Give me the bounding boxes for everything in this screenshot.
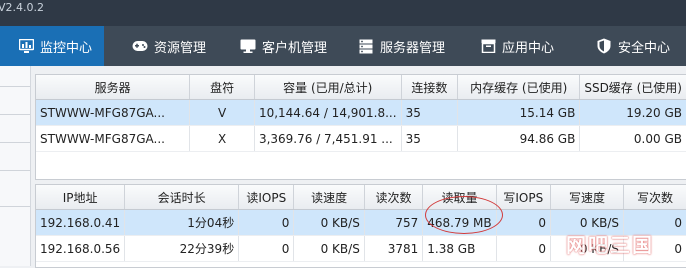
write-iops-cell: 0 [496,235,551,262]
app-version: V2.4.0.2 [0,1,45,14]
package-icon [480,38,496,54]
column-header-session-duration[interactable]: 会话时长 [124,185,240,210]
sidebar-divider [0,170,30,171]
connections-cell: 35 [401,99,459,126]
server-name-cell: STWWW-MFG87GA... [36,125,191,152]
column-header-capacity[interactable]: 容量 (已用/总计) [254,75,402,100]
ssd-cache-cell: 19.20 GB [579,99,686,126]
table-row[interactable]: STWWW-MFG87GA... X 3,369.76 / 7,451.91 .… [36,125,686,152]
drive-letter-cell: V [189,99,255,126]
ip-address-cell: 192.168.0.56 [36,235,126,262]
drive-letter-cell: X [189,125,255,152]
main-nav: 监控中心 资源管理 客户机管理 服务器管理 应用中心 安全中心 [0,26,686,66]
table-header-row: 服务器 盘符 容量 (已用/总计) 连接数 内存缓存 (已使用) SSD缓存 (… [36,75,686,100]
sidebar [0,66,31,266]
read-amount-cell: 1.38 GB [422,235,497,262]
column-header-ip[interactable]: IP地址 [36,185,126,210]
connections-cell: 35 [401,125,459,152]
watermark-logo: 网吧三国 [566,233,654,257]
read-speed-cell: 0 KB/S [293,235,365,262]
sidebar-divider [0,86,30,87]
capacity-cell: 10,144.64 / 14,901.8... [254,99,402,126]
table-row[interactable]: STWWW-MFG87GA... V 10,144.64 / 14,901.8.… [36,99,686,126]
nav-security-center-label: 安全中心 [618,40,671,56]
nav-app-center[interactable]: 应用中心 [480,26,554,66]
nav-security-center[interactable]: 安全中心 [596,26,670,66]
column-header-server[interactable]: 服务器 [36,75,191,100]
capacity-cell: 3,369.76 / 7,451.91 ... [254,125,402,152]
computer-icon [240,38,256,54]
gamepad-icon [132,38,148,54]
column-header-write-iops[interactable]: 写IOPS [496,185,551,210]
nav-server-management[interactable]: 服务器管理 [358,26,445,66]
column-header-read-speed[interactable]: 读速度 [293,185,365,210]
nav-resource-management[interactable]: 资源管理 [132,26,206,66]
server-name-cell: STWWW-MFG87GA... [36,99,191,126]
nav-app-center-label: 应用中心 [502,40,555,56]
monitor-dashboard-icon [18,38,34,54]
sidebar-divider [0,114,30,115]
column-header-ssd-cache[interactable]: SSD缓存 (已使用) [579,75,686,100]
memory-cache-cell: 94.86 GB [457,125,581,152]
column-header-memory-cache[interactable]: 内存缓存 (已使用) [457,75,581,100]
read-count-cell: 757 [364,209,424,236]
server-disk-table: 服务器 盘符 容量 (已用/总计) 连接数 内存缓存 (已使用) SSD缓存 (… [36,75,686,152]
column-header-write-speed[interactable]: 写速度 [550,185,625,210]
memory-cache-cell: 15.14 GB [457,99,581,126]
nav-client-management[interactable]: 客户机管理 [240,26,327,66]
column-header-connections[interactable]: 连接数 [401,75,459,100]
ssd-cache-cell: 0.00 GB [579,125,686,152]
server-icon [358,38,374,54]
column-header-read-count[interactable]: 读次数 [364,185,424,210]
read-speed-cell: 0 KB/S [293,209,365,236]
column-header-write-count[interactable]: 写次数 [623,185,686,210]
nav-server-management-label: 服务器管理 [380,40,446,56]
session-duration-cell: 22分39秒 [124,235,240,262]
nav-monitor-center[interactable]: 监控中心 [0,26,104,66]
nav-monitor-center-label: 监控中心 [40,40,93,56]
read-count-cell: 3781 [364,235,424,262]
title-bar: V2.4.0.2 [0,0,686,26]
write-iops-cell: 0 [496,209,551,236]
sidebar-divider [0,142,30,143]
nav-client-management-label: 客户机管理 [262,40,328,56]
ip-address-cell: 192.168.0.41 [36,209,126,236]
session-duration-cell: 1分04秒 [124,209,240,236]
read-iops-cell: 0 [238,209,295,236]
sidebar-divider [0,206,30,207]
table-header-row: IP地址 会话时长 读IOPS 读速度 读次数 读取量 写IOPS 写速度 写次… [36,185,686,210]
annotation-circle [425,196,503,234]
read-iops-cell: 0 [238,235,295,262]
server-disk-panel: 服务器 盘符 容量 (已用/总计) 连接数 内存缓存 (已使用) SSD缓存 (… [35,74,686,180]
nav-resource-management-label: 资源管理 [154,40,207,56]
column-header-drive[interactable]: 盘符 [189,75,255,100]
column-header-read-iops[interactable]: 读IOPS [238,185,295,210]
shield-icon [596,38,612,54]
